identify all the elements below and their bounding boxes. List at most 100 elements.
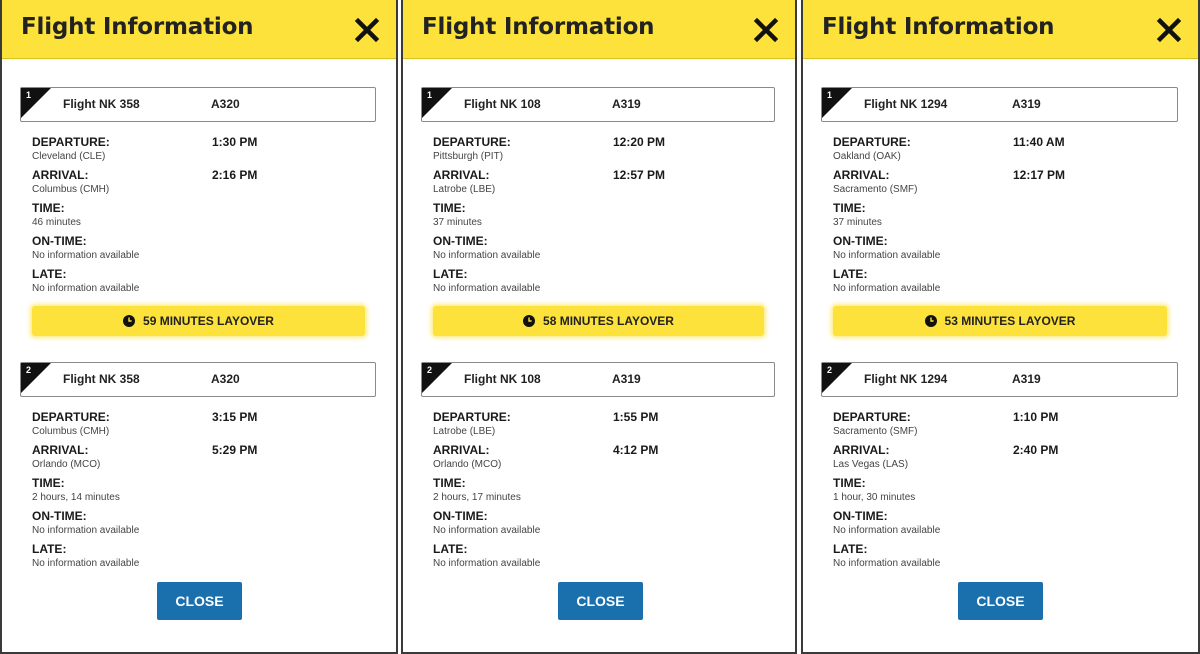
arrival-time: 5:29 PM	[212, 443, 258, 457]
aircraft-type: A319	[612, 97, 641, 111]
on-time-label: ON-TIME:	[833, 509, 888, 523]
duration-label: TIME:	[433, 201, 466, 215]
flight-number-box: 2 Flight NK 108 A319	[421, 362, 775, 397]
on-time-value: No information available	[833, 250, 941, 261]
clock-icon	[924, 315, 937, 327]
flight-number: Flight NK 1294	[864, 97, 948, 111]
arrival-label: ARRIVAL:	[433, 443, 490, 457]
late-value: No information available	[433, 558, 541, 569]
close-x-icon[interactable]	[1156, 17, 1182, 43]
late-row: LATE: No information available	[433, 542, 775, 572]
arrival-city: Latrobe (LBE)	[433, 184, 496, 195]
flight-segment-1: 1 Flight NK 358 A320 DEPARTURE: Clevelan…	[2, 87, 396, 294]
arrival-row: ARRIVAL: Orlando (MCO) 4:12 PM	[433, 443, 775, 473]
aircraft-type: A319	[1012, 372, 1041, 386]
on-time-row: ON-TIME: No information available	[833, 234, 1178, 264]
departure-time: 1:10 PM	[1013, 410, 1059, 424]
close-button[interactable]: CLOSE	[558, 582, 643, 620]
departure-row: DEPARTURE: Cleveland (CLE) 1:30 PM	[32, 135, 376, 165]
on-time-row: ON-TIME: No information available	[32, 509, 376, 539]
arrival-label: ARRIVAL:	[833, 168, 890, 182]
layover-banner: 53 MINUTES LAYOVER	[833, 306, 1167, 336]
arrival-row: ARRIVAL: Las Vegas (LAS) 2:40 PM	[833, 443, 1178, 473]
flight-number: Flight NK 108	[464, 97, 541, 111]
layover-text: 59 MINUTES LAYOVER	[143, 314, 274, 328]
arrival-row: ARRIVAL: Orlando (MCO) 5:29 PM	[32, 443, 376, 473]
departure-city: Oakland (OAK)	[833, 151, 901, 162]
flight-segment-1: 1 Flight NK 108 A319 DEPARTURE: Pittsbur…	[403, 87, 795, 294]
flight-segment-2: 2 Flight NK 108 A319 DEPARTURE: Latrobe …	[403, 362, 795, 569]
segment-number: 2	[26, 365, 32, 375]
late-row: LATE: No information available	[433, 267, 775, 297]
departure-row: DEPARTURE: Oakland (OAK) 11:40 AM	[833, 135, 1178, 165]
departure-time: 1:30 PM	[212, 135, 258, 149]
late-label: LATE:	[433, 267, 468, 281]
segment-corner-marker: 2	[422, 363, 452, 393]
on-time-label: ON-TIME:	[433, 509, 488, 523]
close-x-icon[interactable]	[753, 17, 779, 43]
close-button[interactable]: CLOSE	[157, 582, 242, 620]
duration-row: TIME: 37 minutes	[833, 201, 1178, 231]
duration-row: TIME: 1 hour, 30 minutes	[833, 476, 1178, 506]
arrival-label: ARRIVAL:	[32, 443, 89, 457]
arrival-city: Sacramento (SMF)	[833, 184, 918, 195]
flight-info-panel-1: Flight Information 1 Flight NK 358 A320 …	[0, 0, 398, 654]
late-value: No information available	[32, 283, 140, 294]
segment-number: 1	[26, 90, 32, 100]
departure-row: DEPARTURE: Sacramento (SMF) 1:10 PM	[833, 410, 1178, 440]
on-time-value: No information available	[833, 525, 941, 536]
on-time-row: ON-TIME: No information available	[433, 509, 775, 539]
segment-corner-marker: 1	[422, 88, 452, 118]
duration-label: TIME:	[32, 201, 65, 215]
arrival-city: Orlando (MCO)	[32, 459, 101, 470]
duration-row: TIME: 37 minutes	[433, 201, 775, 231]
late-value: No information available	[32, 558, 140, 569]
segment-number: 1	[827, 90, 833, 100]
close-x-icon[interactable]	[354, 17, 380, 43]
arrival-time: 2:40 PM	[1013, 443, 1059, 457]
panel-header: Flight Information	[403, 0, 795, 59]
duration-label: TIME:	[833, 201, 866, 215]
segment-number: 1	[427, 90, 433, 100]
arrival-row: ARRIVAL: Columbus (CMH) 2:16 PM	[32, 168, 376, 198]
flight-number-box: 1 Flight NK 1294 A319	[821, 87, 1178, 122]
late-row: LATE: No information available	[32, 267, 376, 297]
departure-city: Sacramento (SMF)	[833, 426, 918, 437]
departure-time: 11:40 AM	[1013, 135, 1065, 149]
panel-header: Flight Information	[2, 0, 396, 59]
layover-text: 53 MINUTES LAYOVER	[944, 314, 1076, 328]
flight-segment-2: 2 Flight NK 358 A320 DEPARTURE: Columbus…	[2, 362, 396, 569]
arrival-row: ARRIVAL: Sacramento (SMF) 12:17 PM	[833, 168, 1178, 198]
on-time-row: ON-TIME: No information available	[32, 234, 376, 264]
late-row: LATE: No information available	[833, 542, 1178, 572]
flight-segment-2: 2 Flight NK 1294 A319 DEPARTURE: Sacrame…	[803, 362, 1198, 569]
departure-time: 3:15 PM	[212, 410, 258, 424]
segment-number: 2	[827, 365, 833, 375]
flight-number-box: 2 Flight NK 1294 A319	[821, 362, 1178, 397]
flight-number-box: 1 Flight NK 108 A319	[421, 87, 775, 122]
flight-number: Flight NK 358	[63, 97, 140, 111]
duration-value: 1 hour, 30 minutes	[833, 492, 916, 503]
panel-header: Flight Information	[803, 0, 1198, 59]
layover-banner: 58 MINUTES LAYOVER	[433, 306, 764, 336]
duration-row: TIME: 46 minutes	[32, 201, 376, 231]
segment-number: 2	[427, 365, 433, 375]
close-button[interactable]: CLOSE	[958, 582, 1043, 620]
duration-label: TIME:	[32, 476, 65, 490]
duration-label: TIME:	[433, 476, 466, 490]
arrival-city: Columbus (CMH)	[32, 184, 110, 195]
arrival-time: 2:16 PM	[212, 168, 258, 182]
late-label: LATE:	[433, 542, 468, 556]
arrival-row: ARRIVAL: Latrobe (LBE) 12:57 PM	[433, 168, 775, 198]
arrival-time: 4:12 PM	[613, 443, 659, 457]
departure-label: DEPARTURE:	[833, 135, 911, 149]
departure-label: DEPARTURE:	[32, 135, 110, 149]
arrival-city: Orlando (MCO)	[433, 459, 502, 470]
departure-city: Columbus (CMH)	[32, 426, 110, 437]
on-time-label: ON-TIME:	[833, 234, 888, 248]
arrival-label: ARRIVAL:	[32, 168, 89, 182]
layover-text: 58 MINUTES LAYOVER	[543, 314, 674, 328]
layover-banner: 59 MINUTES LAYOVER	[32, 306, 365, 336]
flight-number: Flight NK 358	[63, 372, 140, 386]
departure-time: 12:20 PM	[613, 135, 666, 149]
